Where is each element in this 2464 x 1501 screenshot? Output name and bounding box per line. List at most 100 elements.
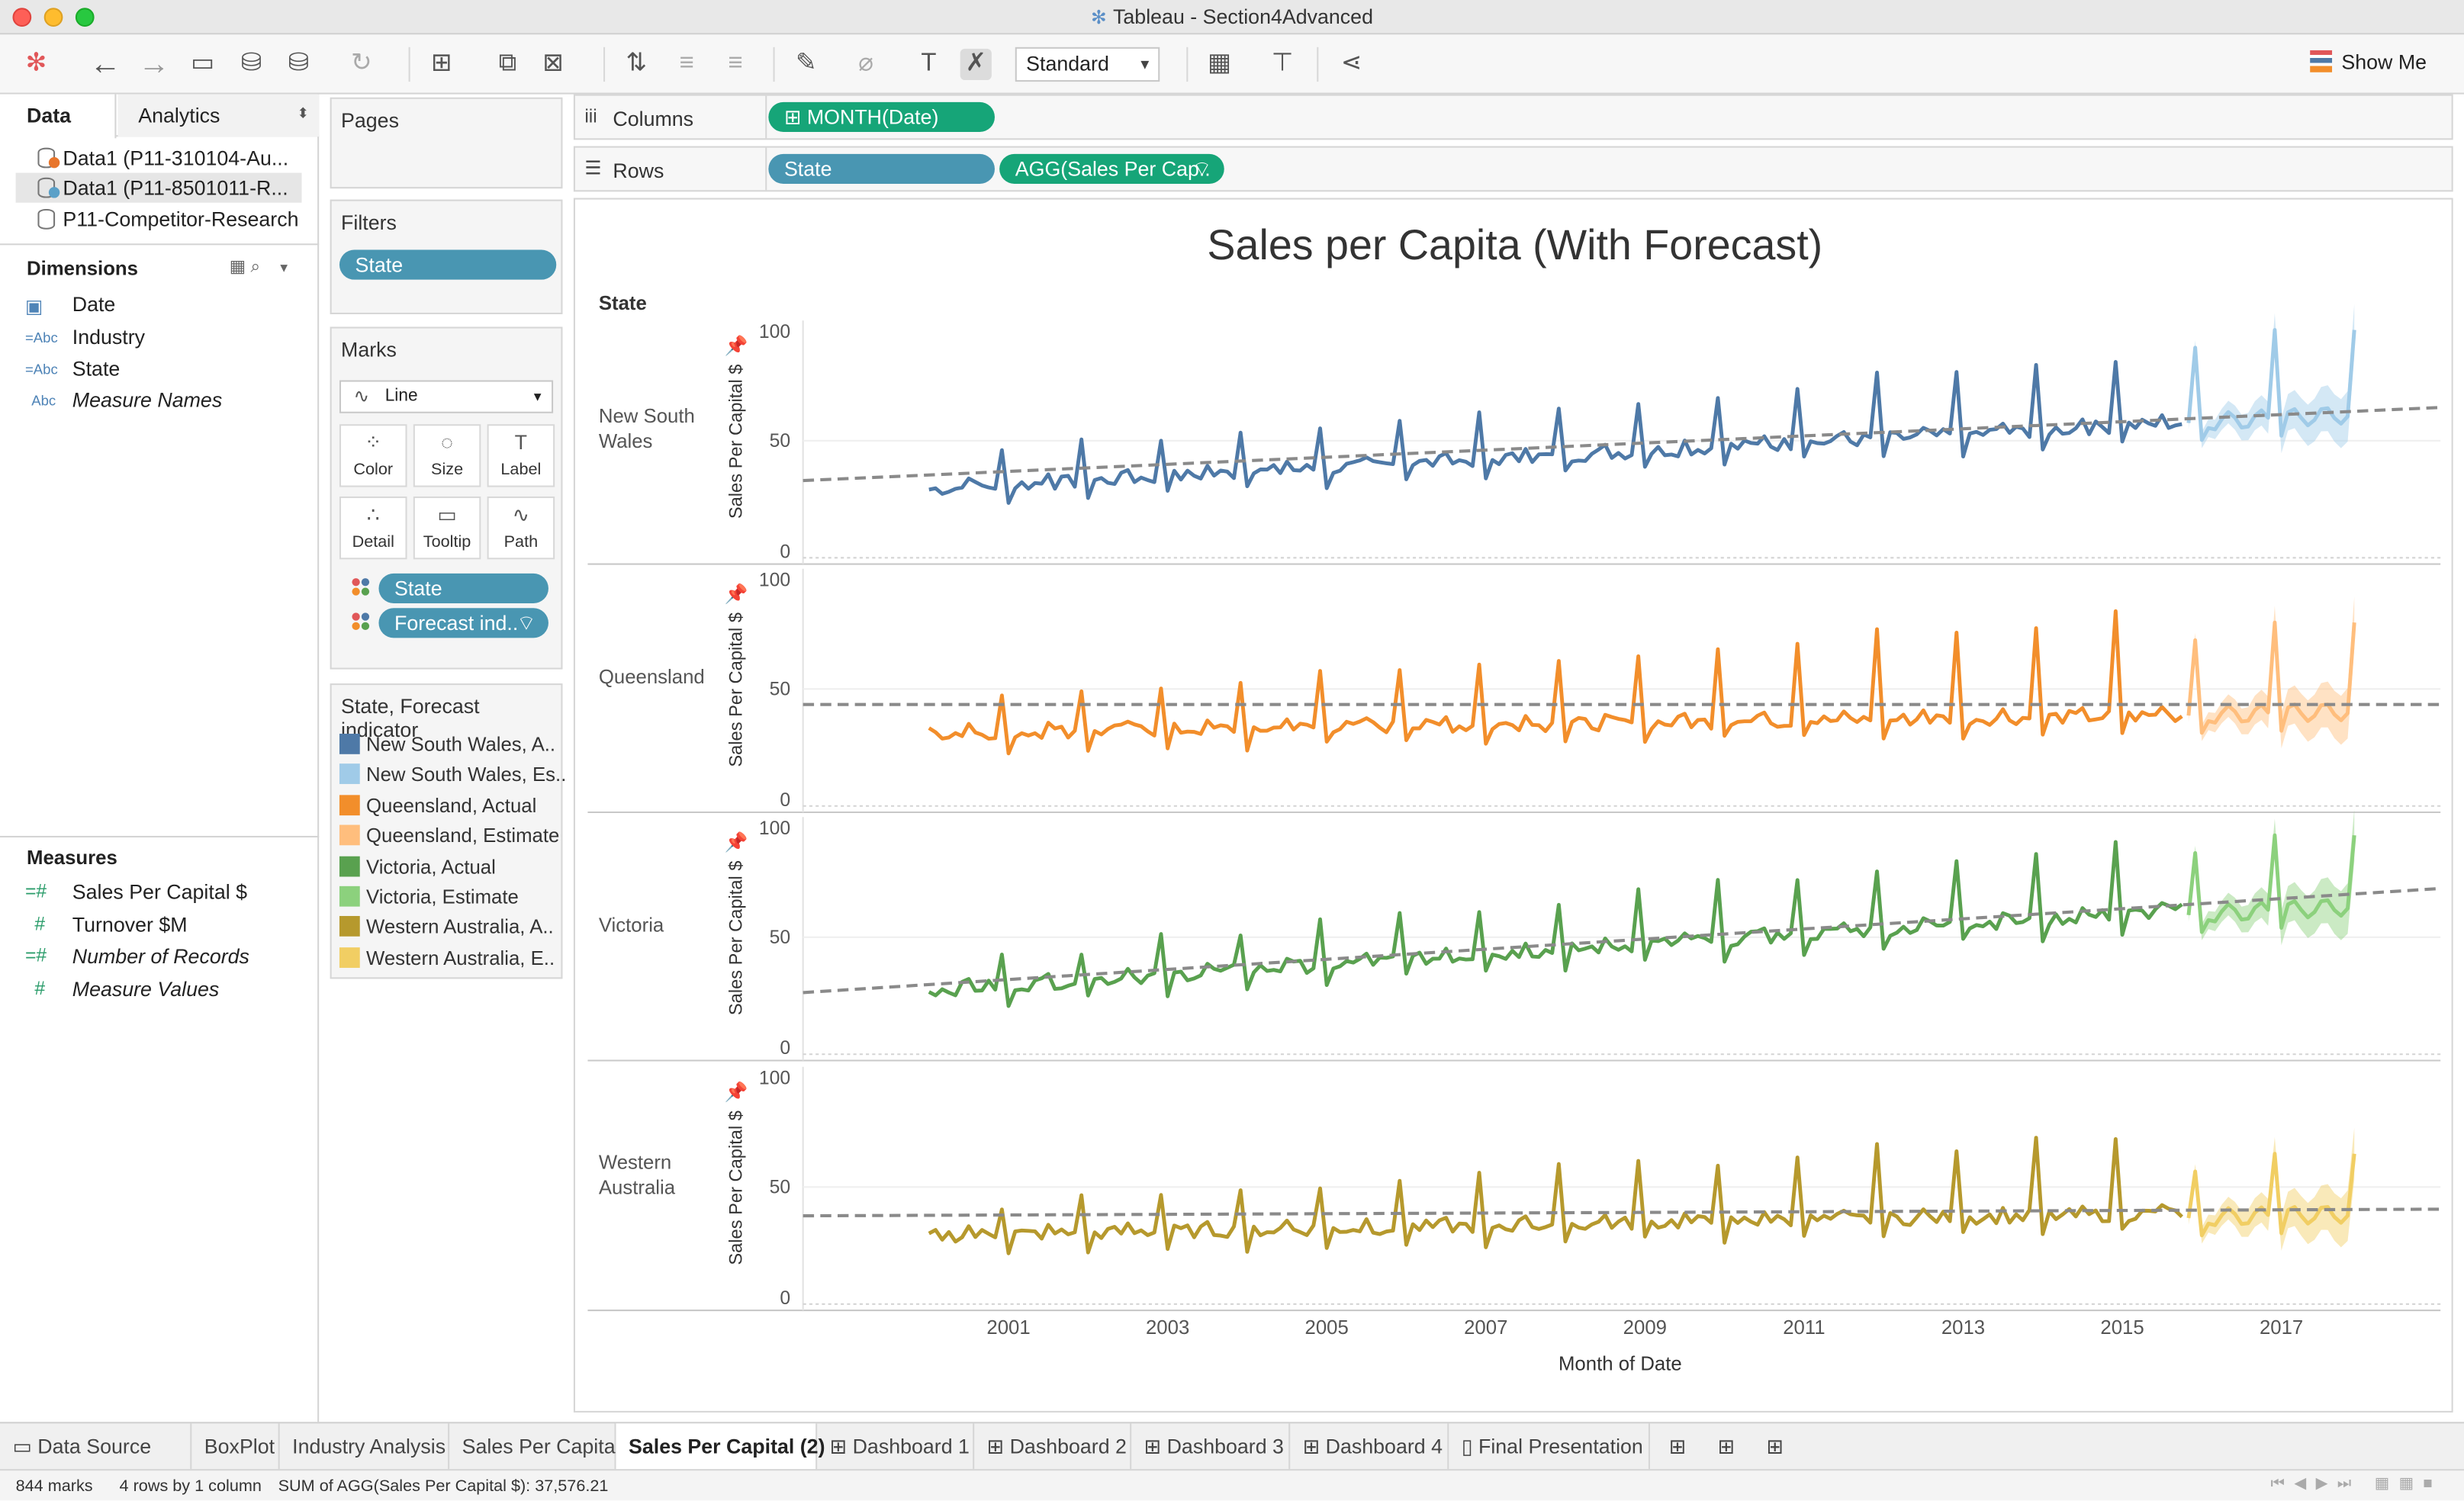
filter-pill-state[interactable]: State: [339, 249, 557, 280]
label-icon: T: [514, 430, 528, 455]
datasource-item[interactable]: P11-Competitor-Research: [16, 204, 302, 234]
legend-swatch: [339, 824, 360, 846]
tab-analytics[interactable]: Analytics: [138, 104, 220, 127]
field-number-of-records[interactable]: Number of Records: [72, 944, 249, 968]
group-members-icon[interactable]: ⌀: [850, 49, 881, 80]
field-measure-values[interactable]: Measure Values: [72, 977, 220, 1001]
marks-pill-state[interactable]: State: [378, 573, 548, 604]
show-mark-labels-icon[interactable]: T: [913, 49, 944, 80]
rows-pill-state[interactable]: State: [768, 153, 995, 185]
legend-item[interactable]: Queensland, Estimate: [339, 824, 559, 847]
legend-item[interactable]: Victoria, Estimate: [339, 885, 519, 908]
pin-icon: 📌: [725, 830, 748, 853]
y-tick-label: 0: [780, 542, 790, 562]
sheet-tab[interactable]: ▭ Data Source: [0, 1423, 192, 1471]
datasource-item[interactable]: Data1 (P11-310104-Au...: [16, 143, 302, 172]
new-worksheet-icon[interactable]: ⊞: [426, 49, 457, 80]
trend-line: [803, 886, 2441, 995]
new-datasource-icon[interactable]: ⛁: [236, 49, 267, 80]
state-row-label: Wales: [599, 431, 653, 452]
highlight-icon[interactable]: ✎: [790, 49, 822, 80]
fix-axes-icon[interactable]: ✗: [960, 48, 992, 81]
y-tick-label: 50: [770, 680, 790, 700]
refresh-icon[interactable]: ↻: [346, 49, 377, 80]
marks-pill-forecast-indicator[interactable]: Forecast ind.. ⌔: [378, 608, 548, 638]
legend-item[interactable]: Victoria, Actual: [339, 855, 496, 878]
pages-title: Pages: [341, 108, 399, 133]
legend-swatch: [339, 916, 360, 937]
sheet-tab[interactable]: BoxPlot: [191, 1423, 280, 1471]
line-chart[interactable]: 0 50 100 Sales Per Capital $ 📌 New South Wales…: [575, 200, 2455, 1414]
status-rows: 4 rows by 1 column: [119, 1477, 262, 1496]
sheet-tab[interactable]: ⊞ Dashboard 2: [974, 1423, 1132, 1471]
undo-icon[interactable]: ←: [89, 49, 121, 80]
legend-item[interactable]: Western Australia, A..: [339, 916, 554, 939]
sheet-tab[interactable]: ▯ Final Presentation: [1449, 1423, 1650, 1471]
share-icon[interactable]: ⋖: [1336, 49, 1367, 80]
legend-item[interactable]: New South Wales, A..: [339, 734, 555, 756]
sheet-tab[interactable]: ⊞ Dashboard 3: [1131, 1423, 1291, 1471]
mark-type-select[interactable]: ∿ Line ▼: [339, 380, 554, 413]
legend-item[interactable]: Western Australia, E..: [339, 947, 555, 969]
swap-rows-columns-icon[interactable]: ⇅: [621, 49, 652, 80]
field-industry[interactable]: Industry: [72, 325, 145, 349]
redo-icon[interactable]: →: [138, 49, 169, 80]
legend-swatch: [339, 855, 360, 876]
measure-icon: #: [34, 912, 46, 935]
filters-card[interactable]: Filters State: [330, 199, 563, 314]
pause-updates-icon[interactable]: ⛁: [283, 49, 314, 80]
datasource-item[interactable]: Data1 (P11-8501011-R...: [15, 172, 302, 203]
measure-icon: =#: [24, 879, 47, 902]
columns-pill-month-date[interactable]: ⊞ MONTH(Date): [768, 101, 995, 133]
save-icon[interactable]: ▭: [187, 49, 218, 80]
tab-menu-icon[interactable]: ⬍: [297, 105, 309, 123]
duplicate-sheet-icon[interactable]: ⧉: [492, 49, 523, 80]
show-cards-icon[interactable]: ▦: [1204, 49, 1235, 80]
sheet-tab[interactable]: Industry Analysis: [280, 1423, 450, 1471]
new-story-icon[interactable]: ⊞: [1754, 1423, 1801, 1470]
tableau-logo-icon: ✻: [1091, 6, 1107, 29]
detail-button[interactable]: ∴ Detail: [339, 496, 407, 560]
pages-card[interactable]: Pages: [330, 97, 563, 189]
label-button[interactable]: T Label: [487, 424, 555, 487]
sheet-tab[interactable]: ⊞ Dashboard 1: [817, 1423, 975, 1471]
tableau-logo-icon[interactable]: ✻: [21, 49, 52, 80]
sort-ascending-icon[interactable]: ≡: [671, 49, 703, 80]
field-date[interactable]: Date: [72, 292, 116, 316]
legend-item[interactable]: New South Wales, Es..: [339, 763, 566, 786]
sheet-tab[interactable]: ⊞ Dashboard 4: [1290, 1423, 1449, 1471]
y-tick-label: 0: [780, 1288, 790, 1309]
y-tick-label: 100: [759, 818, 790, 839]
presentation-mode-icon[interactable]: ⊤: [1266, 49, 1298, 80]
new-worksheet-icon[interactable]: ⊞: [1656, 1423, 1703, 1470]
field-state[interactable]: State: [72, 357, 121, 381]
marks-title: Marks: [341, 337, 397, 362]
fit-view-select[interactable]: Standard ▼: [1015, 47, 1160, 82]
dimension-tools[interactable]: ▦ ⌕ ▼: [230, 256, 291, 278]
tab-data[interactable]: Data: [27, 104, 71, 127]
x-axis-title: Month of Date: [1558, 1353, 1682, 1374]
path-button[interactable]: ∿ Path: [487, 496, 555, 560]
columns-icon: iii: [584, 105, 597, 127]
legend-item[interactable]: Queensland, Actual: [339, 794, 536, 817]
field-measure-names[interactable]: Measure Names: [72, 388, 222, 412]
size-button[interactable]: ◌ Size: [413, 424, 481, 487]
legend-swatch: [339, 947, 360, 968]
sheet-tab[interactable]: Sales Per Capital (2): [616, 1423, 825, 1471]
rows-shelf[interactable]: ☰ Rows State AGG(Sales Per Cap.. ⌔: [573, 146, 2453, 192]
field-sales-per-capital[interactable]: Sales Per Capital $: [72, 880, 247, 904]
sort-descending-icon[interactable]: ≡: [719, 49, 751, 80]
sheet-tab[interactable]: Sales Per Capital: [449, 1423, 620, 1471]
forecast-icon: ⌔: [1192, 157, 1212, 181]
field-turnover[interactable]: Turnover $M: [72, 913, 188, 937]
legend-swatch: [339, 734, 360, 754]
color-button[interactable]: ⁘ Color: [339, 424, 407, 487]
new-dashboard-icon[interactable]: ⊞: [1705, 1423, 1752, 1470]
viz-canvas[interactable]: Sales per Capita (With Forecast) State 0…: [573, 198, 2455, 1414]
sheet-nav-controls[interactable]: ⏮◀▶⏭ ▦▦■: [2270, 1475, 2442, 1493]
clear-sheet-icon[interactable]: ⊠: [538, 49, 569, 80]
columns-shelf[interactable]: iii Columns ⊞ MONTH(Date): [573, 94, 2453, 140]
rows-pill-agg-sales[interactable]: AGG(Sales Per Cap.. ⌔: [999, 153, 1224, 185]
tooltip-button[interactable]: ▭ Tooltip: [413, 496, 481, 560]
show-me-button[interactable]: Show Me: [2310, 50, 2427, 74]
